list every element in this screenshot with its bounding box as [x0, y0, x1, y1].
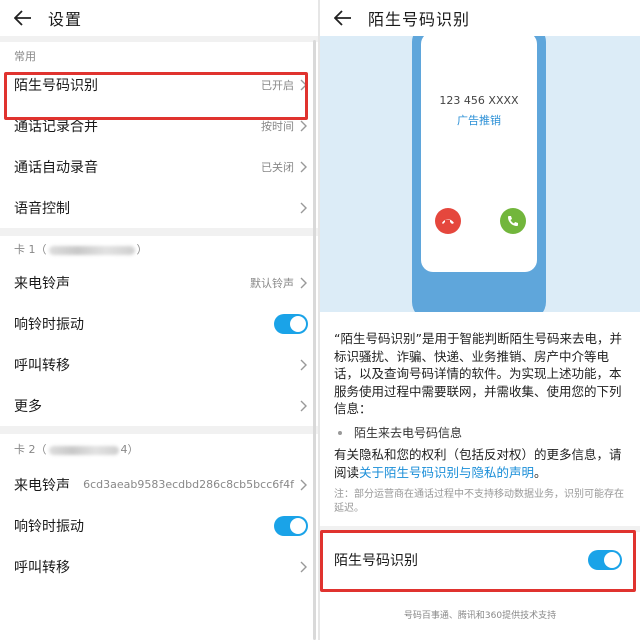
- divider: [320, 526, 640, 532]
- item-value: 按时间: [261, 119, 294, 133]
- chevron-right-icon: [298, 399, 308, 413]
- sim2-ringtone[interactable]: 来电铃声 6cd3aeab9583ecdbd286c8cb5bcc6f4f: [0, 464, 318, 505]
- chevron-right-icon: [298, 201, 308, 215]
- item-label: 来电铃声: [14, 477, 70, 494]
- privacy-text: 有关隐私和您的权利（包括反对权）的更多信息，请阅读关于陌生号码识别与隐私的声明。: [334, 446, 630, 481]
- divider: [0, 228, 318, 236]
- page-title: 陌生号码识别: [368, 10, 471, 29]
- caller-tag: 广告推销: [457, 114, 501, 127]
- sim1-call-forward[interactable]: 呼叫转移: [0, 344, 318, 385]
- description-text: “陌生号码识别”是用于智能判断陌生号码来去电，并标识骚扰、诈骗、快递、业务推销、…: [334, 331, 622, 416]
- section-label-sim2: 卡 2（ 4）: [14, 443, 139, 456]
- item-label: 响铃时振动: [14, 316, 84, 333]
- sim1-ringtone[interactable]: 来电铃声 默认铃声: [0, 262, 318, 303]
- stranger-id-toggle-row: 陌生号码识别: [320, 538, 636, 582]
- section-label-sim1: 卡 1（）: [14, 243, 148, 256]
- item-label: 呼叫转移: [14, 559, 70, 576]
- item-value: 已开启: [261, 78, 294, 92]
- page-title: 设置: [48, 10, 83, 29]
- item-label: 响铃时振动: [14, 518, 84, 535]
- settings-item-merge-calls[interactable]: 通话记录合并 按时间: [0, 105, 318, 146]
- phone-screen: 123 456 XXXX 广告推销: [421, 36, 537, 272]
- settings-item-auto-record[interactable]: 通话自动录音 已关闭: [0, 146, 318, 187]
- chevron-right-icon: [298, 560, 308, 574]
- section-label-common: 常用: [14, 50, 36, 63]
- bullet-text: 陌生来去电号码信息: [354, 426, 463, 440]
- hero-illustration: 123 456 XXXX 广告推销: [320, 36, 640, 312]
- sim1-vibrate: 响铃时振动: [0, 303, 318, 344]
- back-arrow-icon[interactable]: [332, 7, 354, 29]
- sim1-more[interactable]: 更多: [0, 385, 318, 426]
- chevron-right-icon: [298, 276, 308, 290]
- bullet-item: 陌生来去电号码信息: [338, 424, 462, 441]
- privacy-suffix: 。: [534, 464, 547, 480]
- caller-number: 123 456 XXXX: [439, 94, 519, 107]
- item-label: 来电铃声: [14, 275, 70, 292]
- divider: [0, 426, 318, 434]
- item-label: 语音控制: [14, 200, 70, 217]
- phone-illustration: 123 456 XXXX 广告推销: [412, 36, 546, 312]
- vibrate-toggle[interactable]: [274, 313, 308, 334]
- toggle-label: 陌生号码识别: [334, 553, 418, 569]
- stranger-id-topbar: 陌生号码识别: [320, 0, 640, 36]
- phone-accept-icon: [500, 208, 526, 234]
- footer-text: 号码百事通、腾讯和360提供技术支持: [403, 611, 557, 621]
- sim2-call-forward[interactable]: 呼叫转移: [0, 546, 318, 587]
- stranger-id-toggle[interactable]: [588, 550, 622, 570]
- privacy-link[interactable]: 关于陌生号码识别与隐私的声明: [359, 465, 534, 480]
- settings-item-stranger-id[interactable]: 陌生号码识别 已开启: [0, 64, 318, 105]
- phone-decline-icon: [435, 208, 461, 234]
- item-value: 6cd3aeab9583ecdbd286c8cb5bcc6f4f: [83, 478, 294, 491]
- item-label: 通话自动录音: [14, 159, 98, 176]
- note-text: 注：部分运营商在通话过程中不支持移动数据业务，识别可能存在延迟。: [334, 489, 624, 514]
- chevron-right-icon: [298, 119, 308, 133]
- item-label: 通话记录合并: [14, 118, 98, 135]
- vibrate-toggle[interactable]: [274, 515, 308, 536]
- back-arrow-icon[interactable]: [12, 7, 34, 29]
- scrollbar[interactable]: [313, 40, 316, 640]
- bullet-dot: [338, 430, 342, 435]
- item-value: 已关闭: [261, 160, 294, 174]
- sim2-vibrate: 响铃时振动: [0, 505, 318, 546]
- item-value: 默认铃声: [250, 276, 294, 290]
- item-label: 呼叫转移: [14, 357, 70, 374]
- item-label: 更多: [14, 398, 42, 415]
- settings-topbar: 设置: [0, 0, 318, 36]
- chevron-right-icon: [298, 358, 308, 372]
- item-label: 陌生号码识别: [14, 77, 98, 94]
- stranger-id-panel: 陌生号码识别 123 456 XXXX 广告推销 “陌生号码识别”是用于智能判断…: [320, 0, 640, 640]
- settings-item-voice-control[interactable]: 语音控制: [0, 187, 318, 228]
- chevron-right-icon: [298, 478, 308, 492]
- chevron-right-icon: [298, 160, 308, 174]
- chevron-right-icon: [298, 78, 308, 92]
- settings-panel: 设置 常用 陌生号码识别 已开启 通话记录合并 按时间 通话自动录音 已关闭 语…: [0, 0, 318, 640]
